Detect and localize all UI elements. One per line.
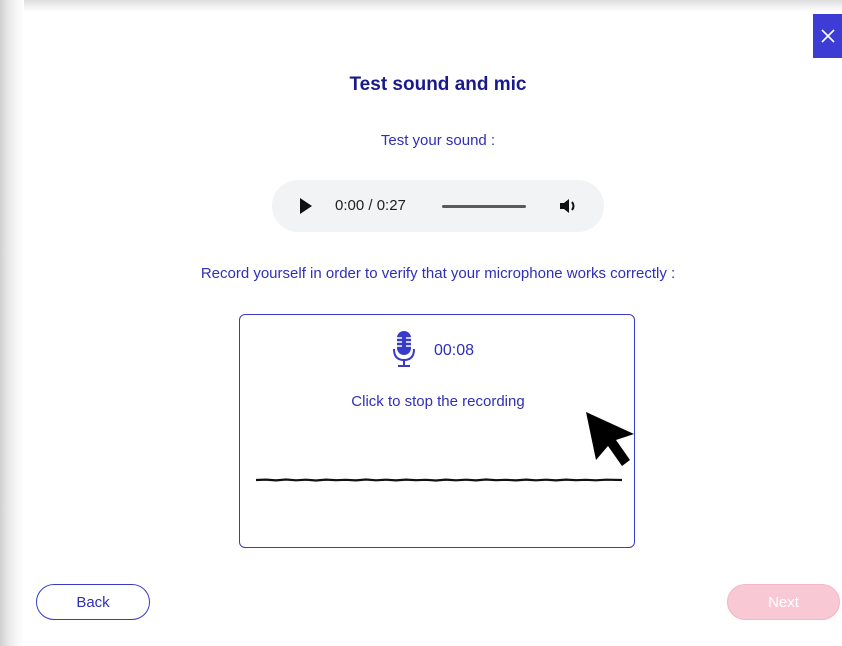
test-sound-dialog: Test sound and mic Test your sound : 0:0… bbox=[0, 0, 842, 646]
recording-panel[interactable]: 00:08 Click to stop the recording bbox=[239, 314, 635, 548]
close-button[interactable] bbox=[813, 14, 842, 58]
waveform bbox=[256, 478, 622, 482]
back-button[interactable]: Back bbox=[36, 584, 150, 620]
next-button[interactable]: Next bbox=[727, 584, 840, 620]
dialog-title: Test sound and mic bbox=[349, 74, 527, 95]
sound-prompt: Test your sound : bbox=[380, 132, 496, 149]
microphone-icon bbox=[393, 331, 415, 367]
top-shadow bbox=[0, 0, 842, 12]
volume-icon[interactable] bbox=[558, 196, 580, 216]
audio-seek-bar[interactable] bbox=[442, 205, 526, 208]
record-prompt: Record yourself in order to verify that … bbox=[200, 265, 676, 282]
audio-time: 0:00 / 0:27 bbox=[335, 197, 406, 214]
audio-player: 0:00 / 0:27 bbox=[272, 180, 604, 232]
left-shadow bbox=[0, 0, 24, 646]
play-icon[interactable] bbox=[300, 198, 312, 214]
mouse-cursor-icon bbox=[586, 412, 634, 466]
close-icon bbox=[820, 29, 835, 43]
stop-recording-text: Click to stop the recording bbox=[351, 393, 525, 410]
recording-timer: 00:08 bbox=[434, 342, 475, 359]
